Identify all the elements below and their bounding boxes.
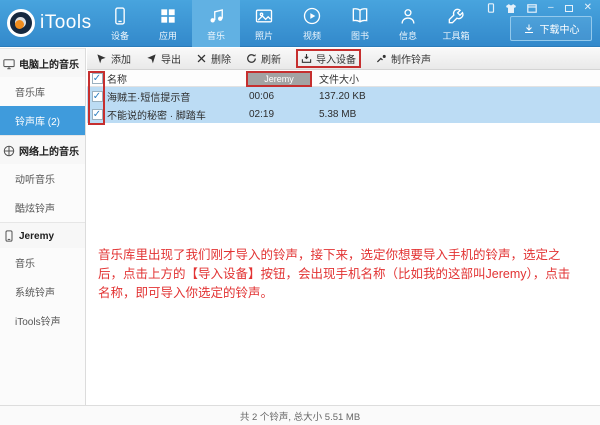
tutorial-annotation: 音乐库里出现了我们刚才导入的铃声，接下来，选定你想要导入手机的铃声，选定之 后，… [98, 246, 598, 303]
itools-logo-icon [7, 9, 35, 37]
sidebar-item-system-ringtones[interactable]: 系统铃声 [0, 277, 85, 306]
download-icon [523, 23, 535, 35]
export-button[interactable]: 导出 [146, 51, 181, 66]
nav-tab-photos[interactable]: 照片 [240, 0, 288, 47]
table-row[interactable]: ✓ 海贼王·短信提示音 00:06 137.20 KB [87, 87, 600, 105]
annotation-line: 音乐库里出现了我们刚才导入的铃声，接下来，选定你想要导入手机的铃声，选定之 [98, 248, 561, 262]
add-button[interactable]: 添加 [96, 51, 131, 66]
column-header-name[interactable]: 名称 [107, 71, 249, 86]
export-arrow-icon [146, 53, 157, 64]
globe-icon [3, 145, 15, 157]
photo-icon [254, 6, 274, 26]
wrench-icon [446, 6, 466, 26]
ringtone-duration: 00:06 [249, 90, 275, 102]
device-icon [110, 6, 130, 26]
sidebar-item-cool-ringtones[interactable]: 酷炫铃声 [0, 193, 85, 222]
delete-button[interactable]: 删除 [196, 51, 231, 66]
app-title: iTools [40, 12, 92, 33]
table-row[interactable]: ✓ 不能说的秘密 · 脚踏车 02:19 5.38 MB [87, 105, 600, 123]
nav-tab-video[interactable]: 视频 [288, 0, 336, 47]
import-to-device-button[interactable]: 导入设备 [296, 49, 361, 68]
apps-grid-icon [158, 6, 178, 26]
nav-tab-books[interactable]: 图书 [336, 0, 384, 47]
select-all-checkbox[interactable]: ✓ [91, 72, 103, 84]
panel-icon[interactable] [527, 3, 537, 13]
status-text: 共 2 个铃声, 总大小 5.51 MB [239, 411, 361, 423]
monitor-icon [3, 58, 15, 70]
delete-x-icon [196, 53, 207, 64]
sidebar-section-device-jeremy: Jeremy [0, 222, 85, 248]
status-bar: 共 2 个铃声, 总大小 5.51 MB [0, 405, 600, 425]
pin-icon[interactable] [487, 3, 495, 13]
nav-tab-device[interactable]: 设备 [96, 0, 144, 47]
ringtone-name: 不能说的秘密 · 脚踏车 [107, 110, 206, 122]
sidebar: 电脑上的音乐 音乐库 铃声库 (2) 网络上的音乐 动听音乐 酷炫铃声 Jere… [0, 48, 86, 405]
ringtone-size: 5.38 MB [319, 108, 357, 120]
sidebar-section-network-music: 网络上的音乐 [0, 135, 85, 164]
refresh-icon [246, 53, 257, 64]
ringtone-maker-icon [376, 53, 387, 64]
sidebar-item-itools-ringtones[interactable]: iTools铃声 [0, 306, 85, 335]
annotation-line: 后，点击上方的【导入设备】按钮，会出现手机名称（比如我的这部叫Jeremy），点… [98, 267, 571, 281]
itools-window: iTools 设备 应用 音乐 照片 视频 图书 信息 工具箱 – ✕ 下载中心… [0, 0, 600, 425]
import-device-icon [301, 53, 312, 64]
person-icon [398, 6, 418, 26]
video-play-icon [302, 6, 322, 26]
make-ringtone-button[interactable]: 制作铃声 [376, 51, 431, 66]
skin-icon[interactable] [506, 3, 517, 13]
sidebar-section-computer-music: 电脑上的音乐 [0, 48, 85, 77]
ringtone-toolbar: 添加 导出 删除 刷新 导入设备 制作铃声 [87, 48, 600, 70]
nav-tab-info[interactable]: 信息 [384, 0, 432, 47]
main-nav: 设备 应用 音乐 照片 视频 图书 信息 工具箱 [96, 0, 480, 47]
minimize-button[interactable]: – [548, 3, 554, 13]
nav-tab-toolbox[interactable]: 工具箱 [432, 0, 480, 47]
nav-tab-music[interactable]: 音乐 [192, 0, 240, 47]
row-checkbox[interactable]: ✓ [91, 108, 103, 120]
device-name-button[interactable]: Jeremy [246, 71, 312, 87]
music-note-icon [206, 6, 226, 26]
phone-icon [3, 230, 15, 242]
sidebar-item-ringtone-library[interactable]: 铃声库 (2) [0, 106, 85, 135]
book-icon [350, 6, 370, 26]
annotation-line: 名称，即可导入你选定的铃声。 [98, 286, 274, 300]
add-arrow-icon [96, 53, 107, 64]
main-content: 添加 导出 删除 刷新 导入设备 制作铃声 ✓ 名称 文件大小 ✓ 海贼王·短信… [87, 48, 600, 405]
ringtone-size: 137.20 KB [319, 90, 366, 102]
sidebar-item-device-music[interactable]: 音乐 [0, 248, 85, 277]
refresh-button[interactable]: 刷新 [246, 51, 281, 66]
sidebar-item-dongting-music[interactable]: 动听音乐 [0, 164, 85, 193]
app-logo: iTools [0, 0, 96, 46]
column-header-size[interactable]: 文件大小 [319, 71, 600, 86]
close-button[interactable]: ✕ [584, 3, 592, 13]
ringtone-duration: 02:19 [249, 108, 275, 120]
row-checkbox[interactable]: ✓ [91, 90, 103, 102]
ringtone-name: 海贼王·短信提示音 [107, 92, 191, 104]
sidebar-item-music-library[interactable]: 音乐库 [0, 77, 85, 106]
maximize-button[interactable] [564, 4, 573, 12]
top-navbar: iTools 设备 应用 音乐 照片 视频 图书 信息 工具箱 – ✕ 下载中心 [0, 0, 600, 47]
nav-tab-apps[interactable]: 应用 [144, 0, 192, 47]
table-header: ✓ 名称 文件大小 [87, 70, 600, 87]
download-center-button[interactable]: 下载中心 [510, 16, 592, 41]
window-controls: – ✕ [487, 3, 592, 13]
